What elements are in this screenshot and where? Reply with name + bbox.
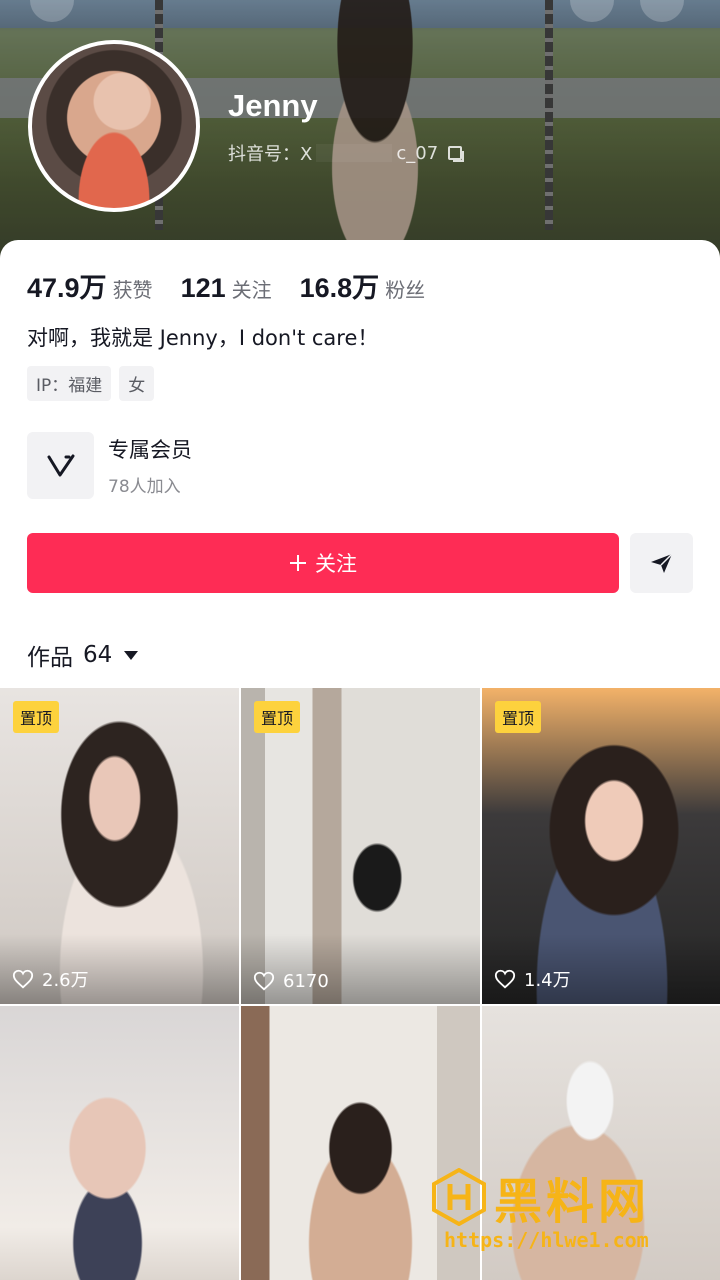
like-count-value: 6170 [283, 970, 329, 992]
heart-icon [253, 971, 275, 991]
membership-title: 专属会员 [108, 438, 192, 462]
stat-following-label: 关注 [231, 278, 272, 302]
works-count: 64 [83, 642, 113, 668]
heart-icon [494, 969, 516, 989]
watermark-logo-icon [432, 1168, 486, 1226]
video-tile[interactable]: 置顶 6170 [241, 688, 480, 1004]
video-tile[interactable]: 置顶 2.6万 [0, 688, 239, 1004]
profile-card: 47.9万 获赞 121 关注 16.8万 粉丝 对啊，我就是 Jenny，I … [0, 240, 720, 1280]
membership-subtitle: 78人加入 [108, 477, 181, 497]
caret-down-icon [124, 650, 139, 660]
video-tile[interactable]: 置顶 1.4万 [482, 688, 720, 1004]
pinned-badge: 置顶 [254, 701, 301, 733]
like-count-value: 1.4万 [524, 970, 571, 991]
profile-name: Jenny [228, 88, 318, 123]
stat-likes-label: 获赞 [112, 278, 153, 302]
avatar[interactable] [28, 40, 200, 212]
video-tile[interactable] [0, 1006, 239, 1280]
pinned-badge: 置顶 [495, 701, 542, 733]
tag-gender: 女 [119, 366, 155, 401]
stat-likes[interactable]: 47.9万 获赞 [27, 266, 153, 305]
tag-ip: IP：福建 [27, 366, 112, 401]
stat-followers-value: 16.8万 [299, 273, 380, 303]
watermark: 黑料网 https://hlwe1.com [432, 1162, 702, 1262]
works-header[interactable]: 作品 64 [27, 638, 139, 672]
douyin-id-prefix: 抖音号：X [228, 144, 313, 165]
heart-icon [12, 969, 34, 989]
douyin-id-mask [316, 144, 393, 162]
stat-likes-value: 47.9万 [27, 273, 107, 303]
like-count: 2.6万 [12, 966, 89, 992]
like-count: 6170 [253, 970, 329, 992]
plus-icon [290, 555, 306, 571]
stat-following[interactable]: 121 关注 [181, 273, 272, 304]
stat-followers[interactable]: 16.8万 粉丝 [300, 266, 426, 305]
bio-text: 对啊，我就是 Jenny，I don't care！ [27, 326, 379, 350]
stats-row: 47.9万 获赞 121 关注 16.8万 粉丝 [27, 266, 425, 305]
follow-label: 关注 [315, 552, 357, 576]
works-label: 作品 [27, 645, 73, 671]
douyin-id-tail: c_07 [396, 142, 439, 164]
share-button[interactable] [630, 533, 693, 593]
watermark-url: https://hlwe1.com [444, 1228, 649, 1252]
watermark-title: 黑料网 [494, 1174, 651, 1230]
membership-icon [27, 432, 94, 499]
membership-entry[interactable]: 专属会员 78人加入 [27, 432, 192, 499]
send-icon [650, 553, 673, 573]
douyin-id[interactable]: 抖音号：X c_07 [228, 140, 465, 166]
tile-shade [241, 934, 480, 1004]
stat-followers-label: 粉丝 [385, 278, 426, 302]
like-count: 1.4万 [494, 966, 571, 992]
tag-list: IP：福建 女 [27, 366, 155, 401]
like-count-value: 2.6万 [42, 970, 89, 991]
follow-button[interactable]: 关注 [27, 533, 619, 593]
copy-icon[interactable] [448, 146, 465, 162]
stat-following-value: 121 [180, 273, 226, 303]
pinned-badge: 置顶 [13, 701, 60, 733]
